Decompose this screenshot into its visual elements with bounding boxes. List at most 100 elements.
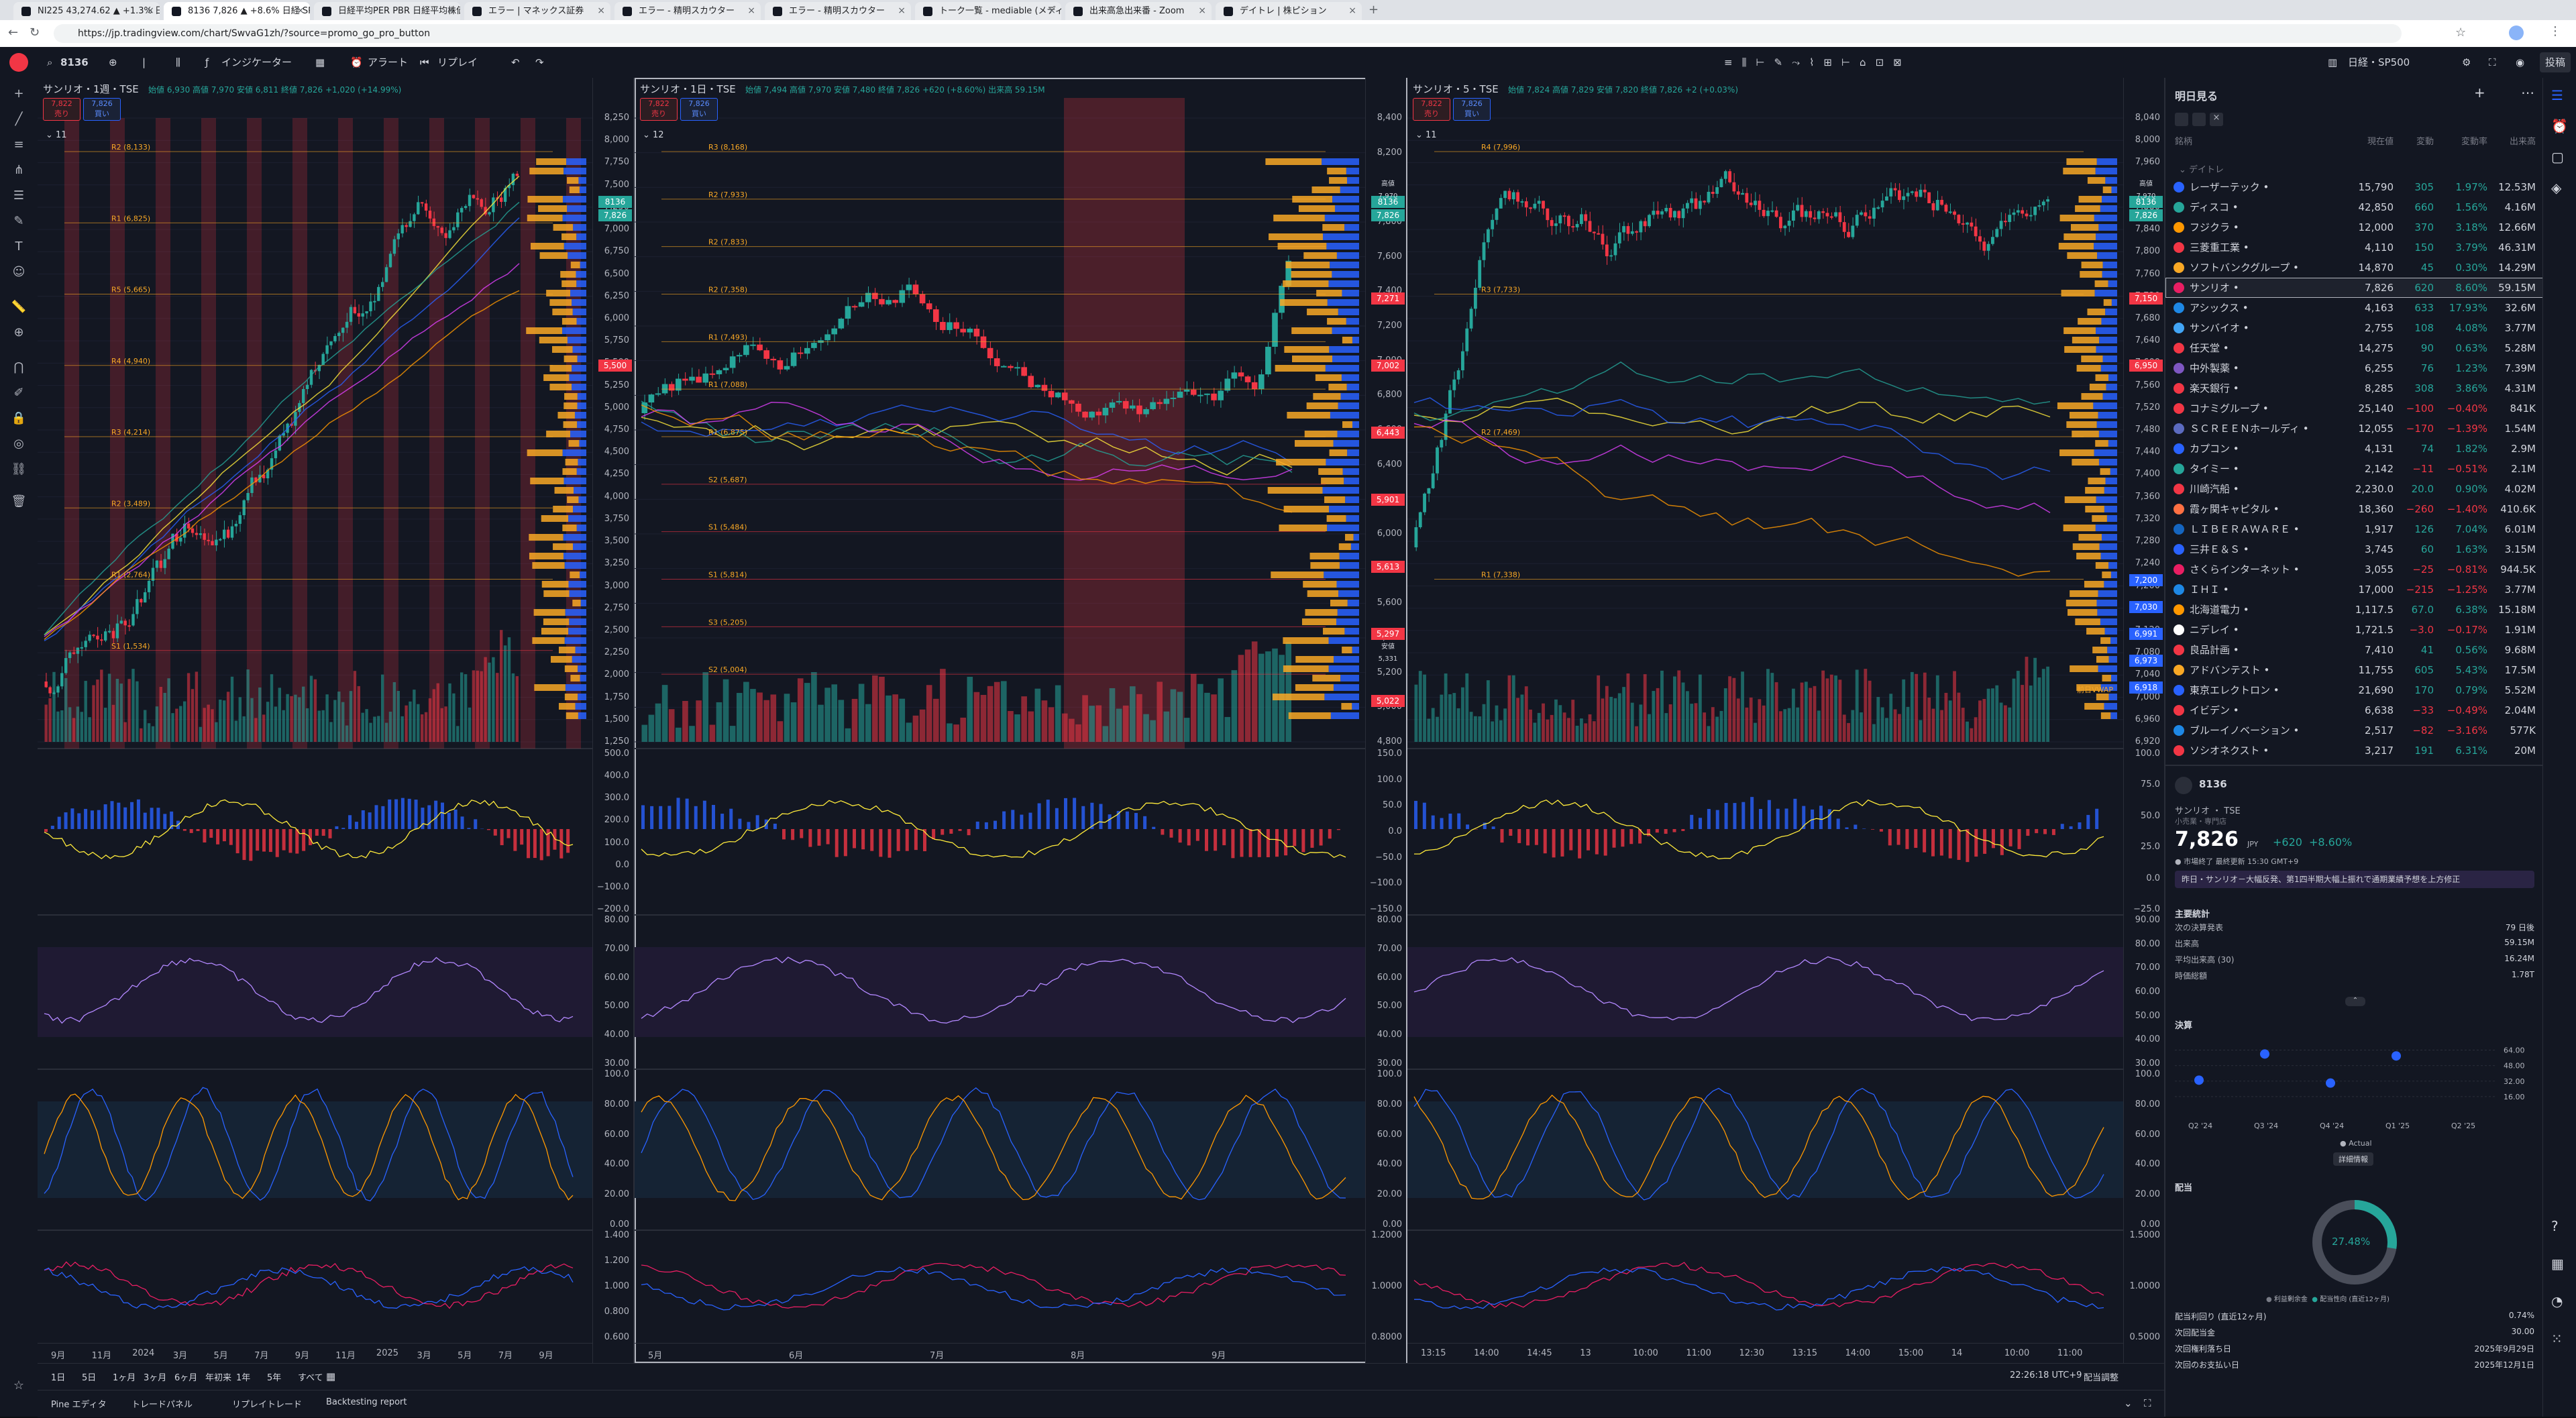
symbol-title[interactable]: サンリオ・1週・TSE	[43, 83, 139, 95]
close-tab-icon[interactable]: ×	[146, 2, 154, 20]
browser-tab[interactable]: トーク一覧 - mediable (メディアブル)×	[915, 2, 1061, 20]
watchlist-row[interactable]: レーザーテック •15,7903051.97%12.53M	[2165, 177, 2544, 197]
camera-icon[interactable]: ◉	[2516, 52, 2524, 72]
indicators-button[interactable]: インジケーター	[221, 52, 292, 72]
buy-button[interactable]: 7,826買い	[83, 98, 121, 121]
watchlist-row[interactable]: イビデン •6,638−33−0.49%2.04M	[2165, 700, 2544, 720]
indicators-icon[interactable]: ƒ	[205, 52, 209, 72]
bottom-tab[interactable]: Pine エディタ	[51, 1397, 107, 1410]
range-button[interactable]: 5日	[82, 1370, 96, 1383]
watchlist-row[interactable]: フジクラ •12,0003703.18%12.66M	[2165, 217, 2544, 237]
close-tab-icon[interactable]: ×	[447, 2, 455, 20]
close-tab-icon[interactable]: ×	[597, 2, 605, 20]
fib-icon[interactable]: ☰	[11, 188, 27, 204]
layout-icon[interactable]: ▥	[2328, 52, 2337, 72]
ruler-icon[interactable]: 📏	[11, 299, 27, 315]
watchlist-row[interactable]: 東京エレクトロン •21,6901700.79%5.52M	[2165, 680, 2544, 700]
grid-apps-icon[interactable]: ⁙	[2551, 1331, 2563, 1347]
alerts-icon[interactable]: ⏰	[2551, 118, 2568, 134]
help-icon[interactable]: ?	[2551, 1218, 2559, 1234]
bottom-tab[interactable]: リプレイトレード	[232, 1397, 302, 1410]
close-tab-icon[interactable]: ×	[297, 2, 305, 20]
eye-icon[interactable]: ◎	[11, 436, 27, 452]
details-symbol[interactable]: 8136	[2199, 778, 2227, 790]
indicator-count[interactable]: ⌄ 12	[643, 130, 664, 140]
price-axis[interactable]: 8,4008,2008,0007,8007,6007,4007,2007,000…	[1365, 78, 1406, 1363]
time-axis[interactable]: 5月6月7月8月9月	[635, 1343, 1366, 1363]
watchlist-row[interactable]: 三菱重工業 •4,1101503.79%46.31M	[2165, 237, 2544, 258]
watchlist-row[interactable]: ＳＣＲＥＥＮホールディ •12,055−170−1.39%1.54M	[2165, 419, 2544, 439]
bottom-tab[interactable]: トレードパネル	[131, 1397, 193, 1410]
symbol-title[interactable]: サンリオ・1日・TSE	[640, 83, 736, 95]
range-button[interactable]: 1ヶ月	[113, 1370, 136, 1383]
watchlist-row[interactable]: 任天堂 •14,275900.63%5.28M	[2165, 338, 2544, 358]
watchlist-row[interactable]: タイミー •2,142−11−0.51%2.1M	[2165, 459, 2544, 479]
watchlist-row[interactable]: 三井Ｅ＆Ｓ •3,745601.63%3.15M	[2165, 539, 2544, 559]
add-symbol-icon[interactable]: +	[2474, 85, 2485, 101]
chat-icon[interactable]: ▢	[2551, 149, 2564, 165]
more-info-button[interactable]: 詳細情報	[2333, 1152, 2373, 1166]
close-icon[interactable]: ×	[2210, 113, 2223, 126]
more-icon[interactable]: ⋯	[2521, 85, 2534, 101]
watchlist-row[interactable]: ブルーイノベーション •2,517−82−3.16%577K	[2165, 720, 2544, 741]
range-button[interactable]: 1年	[236, 1370, 250, 1383]
indicator-count[interactable]: ⌄ 11	[1415, 130, 1437, 140]
browser-tab[interactable]: エラー - 精明スカウター×	[614, 2, 761, 20]
back-icon[interactable]: ←	[8, 25, 18, 40]
close-tab-icon[interactable]: ×	[898, 2, 906, 20]
watchlist-row[interactable]: 良品計画 •7,410410.56%9.68M	[2165, 640, 2544, 660]
sell-button[interactable]: 7,822売り	[640, 98, 678, 121]
notifications-icon[interactable]: ◔	[2551, 1293, 2563, 1309]
watchlist-row[interactable]: ニデレイ •1,721.5−3.0−0.17%1.91M	[2165, 620, 2544, 640]
profile-icon[interactable]	[2509, 25, 2524, 40]
calendar-icon[interactable]: ▦	[2551, 1256, 2564, 1272]
indicator-count[interactable]: ⌄ 11	[46, 130, 67, 140]
alert-button[interactable]: アラート	[368, 52, 408, 72]
watchlist-row[interactable]: さくらインターネット •3,055−25−0.81%944.5K	[2165, 559, 2544, 580]
lock-draw-icon[interactable]: ✐	[11, 385, 27, 401]
emoji-icon[interactable]: ☺	[11, 264, 27, 280]
earnings-point[interactable]	[2326, 1079, 2335, 1088]
alert-icon[interactable]: ⏰	[350, 52, 363, 72]
settings-icon[interactable]: ⚙	[2462, 52, 2471, 72]
avatar[interactable]	[9, 53, 28, 72]
chart-pane-weekly[interactable]: R2 (8,133)R1 (6,825)R5 (5,665)R4 (4,940)…	[38, 78, 635, 1363]
news-banner[interactable]: 昨日・サンリオ－大幅反発、第1四半期大幅上振れで通期業績予想を上方修正	[2175, 871, 2534, 888]
chart-pane-5min[interactable]: R4 (7,996)R3 (7,733)R2 (7,469)R1 (7,338)…	[1407, 78, 2165, 1363]
watchlist-row[interactable]: ＬＩＢＥＲＡＷＡＲＥ •1,9171267.04%6.01M	[2165, 519, 2544, 539]
add-symbol-icon[interactable]: ⊕	[109, 52, 117, 72]
watchlist-row[interactable]: コナミグループ •25,140−100−0.40%841K	[2165, 398, 2544, 419]
layers-icon[interactable]: ◈	[2551, 180, 2561, 196]
url-field[interactable]: https://jp.tradingview.com/chart/SwvaG1z…	[54, 24, 2402, 43]
watchlist-row[interactable]: アシックス •4,16363317.93%32.6M	[2165, 298, 2544, 318]
close-tab-icon[interactable]: ×	[1348, 2, 1356, 20]
range-button[interactable]: 5年	[267, 1370, 281, 1383]
browser-tab[interactable]: 出来高急出来番 - Zoom×	[1065, 2, 1212, 20]
menu-icon[interactable]: ⋮	[2549, 24, 2561, 38]
browser-tab[interactable]: 日経平均PER PBR 日経平均株価...×	[314, 2, 460, 20]
browser-tab[interactable]: エラー | マネックス証券×	[464, 2, 610, 20]
drawing-tools-icon[interactable]: ≡⫼⊢✎⤳⌇⊞⊢⌂⊡⊠	[1724, 52, 1911, 72]
watchlist-section[interactable]: ⌄ デイトレ	[2179, 162, 2224, 175]
sell-button[interactable]: 7,822売り	[1413, 98, 1450, 121]
fullscreen-icon[interactable]: ⛶	[2489, 52, 2496, 72]
browser-tab[interactable]: NI225 43,274.62 ▲ +1.3% 日経...×	[13, 2, 160, 20]
earnings-point[interactable]	[2260, 1049, 2269, 1058]
range-button[interactable]: すべて	[298, 1370, 323, 1383]
layout-name[interactable]: 日経・SP500	[2348, 52, 2410, 72]
watchlist-row[interactable]: 川崎汽船 •2,230.020.00.90%4.02M	[2165, 479, 2544, 499]
price-axis[interactable]: 8,2508,0007,7507,5007,2507,0006,7506,500…	[592, 78, 633, 1363]
time-axis[interactable]: 13:1514:0014:451310:0011:0012:3013:1514:…	[1407, 1343, 2124, 1363]
close-tab-icon[interactable]: ×	[1048, 2, 1056, 20]
trendline-icon[interactable]: ╱	[11, 111, 27, 127]
earnings-point[interactable]	[2392, 1051, 2401, 1060]
buy-button[interactable]: 7,826買い	[680, 98, 718, 121]
watchlist-row[interactable]: 北海道電力 •1,117.567.06.38%15.18M	[2165, 600, 2544, 620]
symbol-title[interactable]: サンリオ・5・TSE	[1413, 83, 1499, 95]
range-button[interactable]: 1日	[51, 1370, 65, 1383]
adjust-toggle[interactable]: 配当調整	[2084, 1370, 2118, 1383]
link-icon[interactable]: ⛓	[11, 461, 27, 478]
maximize-icon[interactable]: ⛶	[2144, 1397, 2151, 1409]
watchlist-row[interactable]: 楽天銀行 •8,2853083.86%4.31M	[2165, 378, 2544, 398]
watchlist-row[interactable]: サンバイオ •2,7551084.08%3.77M	[2165, 318, 2544, 338]
